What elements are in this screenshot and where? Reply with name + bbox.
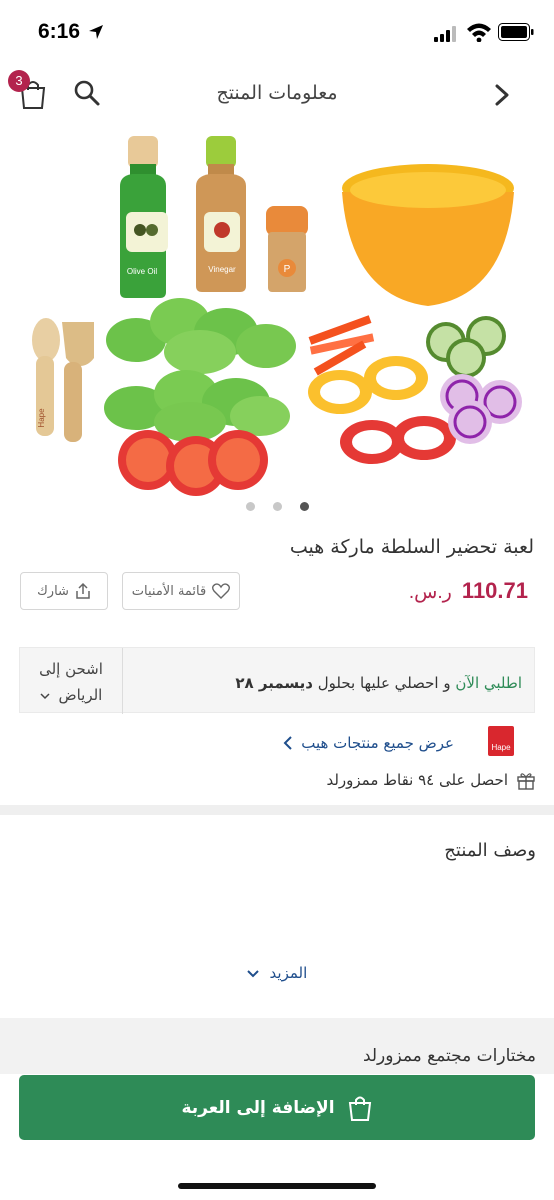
pepper-shaker: P <box>266 206 308 292</box>
share-icon <box>76 582 90 599</box>
ship-to-city-row: الرياض <box>20 682 122 708</box>
carousel-dot[interactable] <box>272 502 282 511</box>
chevron-right-icon <box>495 84 509 106</box>
product-image[interactable]: Olive Oil Vinegar P Hape <box>0 126 554 506</box>
status-time: 6:16 <box>38 20 81 43</box>
location-arrow-icon <box>89 25 103 39</box>
section-divider <box>0 805 554 815</box>
onion-slices <box>440 374 522 444</box>
cucumber-slices <box>426 316 506 378</box>
lettuce-leaves <box>104 298 296 442</box>
gift-icon <box>517 773 535 790</box>
olive-oil-label: Olive Oil <box>127 267 157 276</box>
olive-oil-bottle: Olive Oil <box>120 136 168 298</box>
status-bar: 6:16 <box>0 0 554 64</box>
carousel-dot-active[interactable] <box>299 502 309 511</box>
ship-to-city: الرياض <box>58 686 103 704</box>
red-pepper-rings <box>340 416 456 464</box>
delivery-date: ديسمبر ٢٨ <box>235 674 313 692</box>
tomato-slices <box>118 430 268 496</box>
search-icon <box>74 80 100 106</box>
wishlist-button[interactable]: قائمة الأمنيات <box>122 572 240 610</box>
shopping-bag-icon <box>348 1096 371 1121</box>
page-title: معلومات المنتج <box>216 82 338 104</box>
brand-link-label: عرض جميع منتجات هيب <box>301 734 454 752</box>
share-button[interactable]: شارك <box>20 572 108 610</box>
show-more-link[interactable]: المزيد <box>0 964 554 982</box>
wishlist-label: قائمة الأمنيات <box>131 583 207 599</box>
salad-bowl <box>342 164 514 306</box>
wooden-utensils: Hape <box>32 318 94 442</box>
delivery-info: اطلبي الآن و احصلي عليها بحلول ديسمبر ٢٨… <box>19 647 535 714</box>
battery-icon <box>498 23 534 41</box>
delivery-estimate: اطلبي الآن و احصلي عليها بحلول ديسمبر ٢٨ <box>235 674 522 692</box>
order-now-text: اطلبي الآن <box>455 674 522 692</box>
description-heading: وصف المنتج <box>444 840 536 861</box>
add-to-cart-button[interactable]: الإضافة إلى العربة <box>19 1075 535 1140</box>
share-label: شارك <box>37 583 69 599</box>
price-currency: ر.س. <box>408 582 452 603</box>
vinegar-bottle: Vinegar <box>196 136 246 292</box>
show-more-label: المزيد <box>269 964 308 982</box>
chevron-left-icon <box>283 736 292 750</box>
points-info: احصل على ٩٤ نقاط ممزورلد <box>326 770 536 790</box>
heart-icon <box>212 583 231 599</box>
carousel-dot[interactable] <box>245 502 255 511</box>
product-price: 110.71 ر.س. <box>409 578 528 604</box>
price-amount: 110.71 <box>461 578 528 603</box>
vinegar-label: Vinegar <box>208 265 236 274</box>
utensil-logo: Hape <box>37 408 46 428</box>
search-button[interactable] <box>72 78 102 108</box>
brand-logo-text: Hape <box>491 743 511 752</box>
chevron-down-icon <box>247 970 259 978</box>
cart-count-badge: 3 <box>8 70 30 92</box>
add-to-cart-label: الإضافة إلى العربة <box>181 1097 335 1118</box>
back-button[interactable] <box>490 80 514 110</box>
community-picks-heading: مختارات مجتمع ممزورلد <box>362 1046 536 1066</box>
app-header: 3 معلومات المنتج <box>0 64 554 126</box>
carrot-sticks <box>308 315 375 376</box>
divider <box>122 648 123 714</box>
signal-icon <box>434 26 456 42</box>
pepper-shaker-label: P <box>284 264 291 275</box>
brand-products-link[interactable]: عرض جميع منتجات هيب <box>283 734 454 752</box>
brand-logo[interactable]: Hape <box>488 726 514 756</box>
delivery-middle-text: و احصلي عليها بحلول <box>312 674 456 692</box>
home-indicator[interactable] <box>178 1183 376 1189</box>
product-title: لعبة تحضير السلطة ماركة هيب <box>289 536 534 558</box>
wifi-icon <box>467 23 491 42</box>
chevron-down-icon <box>40 693 50 700</box>
carousel-dots <box>0 502 554 514</box>
bottom-safe-area <box>0 1140 554 1200</box>
ship-to-selector[interactable]: اشحن إلى الرياض <box>20 656 122 708</box>
points-text: احصل على ٩٤ نقاط ممزورلد <box>326 771 508 789</box>
ship-to-label: اشحن إلى <box>39 660 103 678</box>
